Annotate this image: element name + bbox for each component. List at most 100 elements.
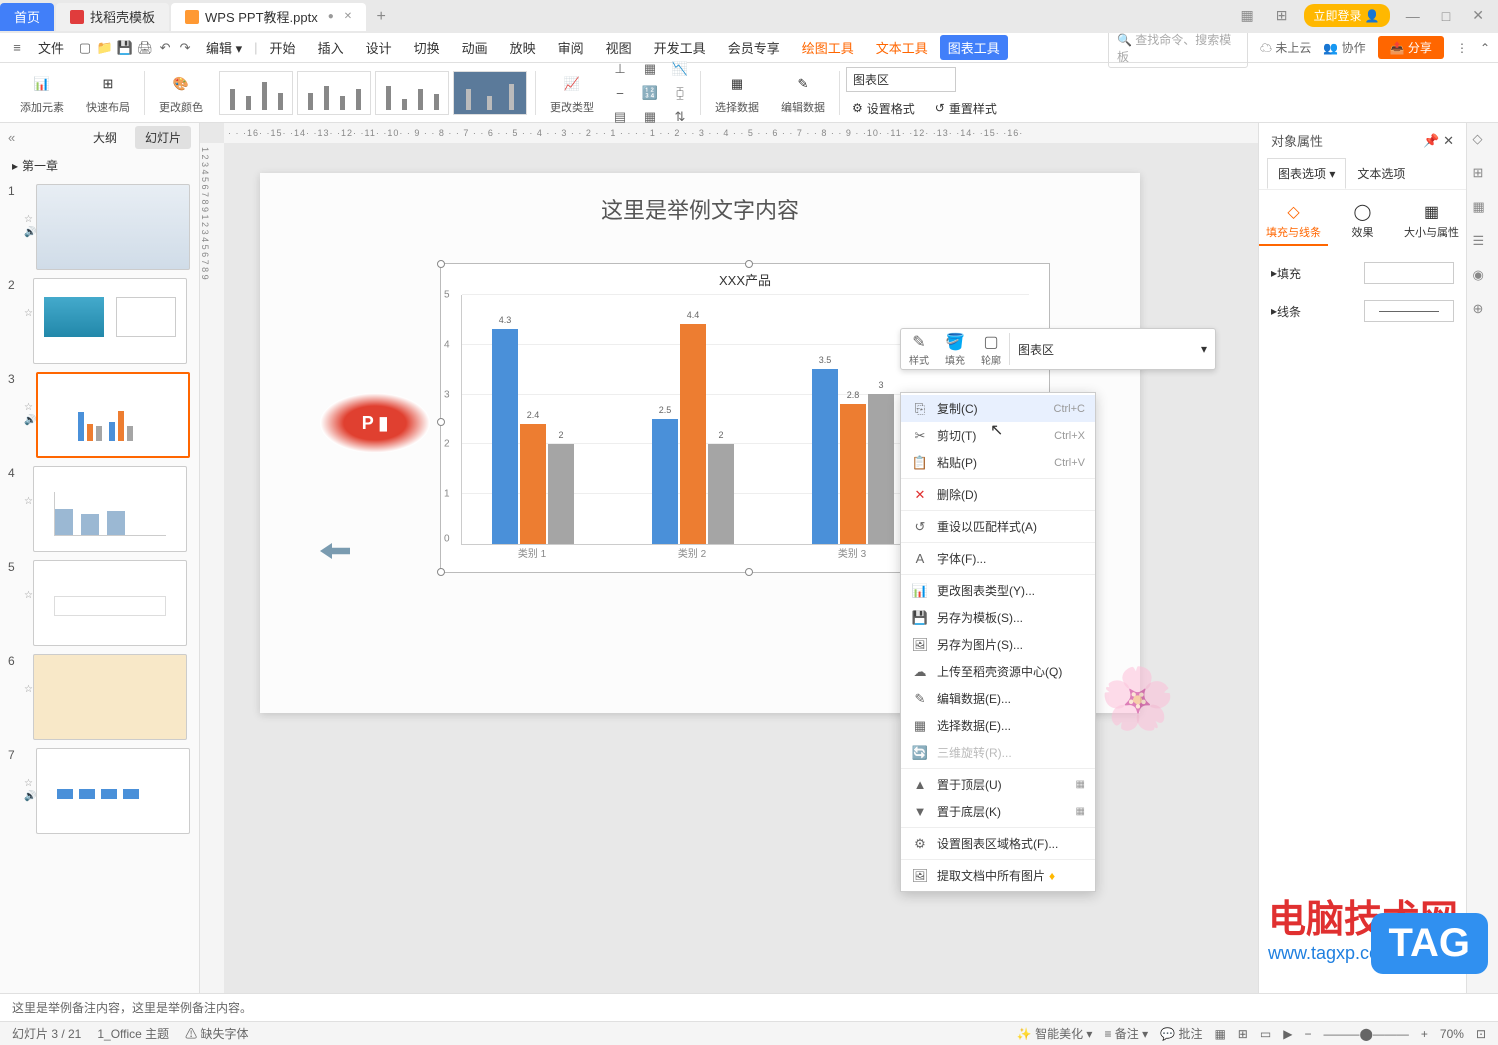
login-button[interactable]: 立即登录 👤 — [1304, 4, 1390, 27]
arrow-shape[interactable] — [320, 543, 350, 559]
menu-drawing-tools[interactable]: 绘图工具 — [792, 34, 864, 61]
menu-chart-tools[interactable]: 图表工具 — [940, 35, 1008, 60]
tab-chart-options[interactable]: 图表选项 ▾ — [1267, 158, 1346, 189]
error-bar-icon[interactable]: ⧮ — [668, 83, 692, 103]
bar[interactable]: 2.4 — [520, 424, 546, 544]
side-icon-4[interactable]: ☰ — [1473, 233, 1493, 253]
chart-style-4[interactable] — [453, 71, 527, 115]
ctx-reset-match[interactable]: ↺重设以匹配样式(A) — [901, 513, 1095, 540]
new-icon[interactable]: ▢ — [76, 39, 94, 57]
add-tab-button[interactable]: + — [368, 4, 394, 30]
maximize-button[interactable]: □ — [1436, 8, 1456, 24]
ctx-paste[interactable]: 📋粘贴(P)Ctrl+V — [901, 449, 1095, 476]
grid-icon[interactable]: ▦ — [1235, 7, 1260, 24]
set-format-button[interactable]: ⚙ 设置格式 — [846, 98, 921, 119]
undo-icon[interactable]: ↶ — [156, 39, 174, 57]
minimize-button[interactable]: — — [1400, 8, 1426, 24]
chart-style-1[interactable] — [219, 71, 293, 115]
menu-review[interactable]: 审阅 — [548, 34, 594, 61]
ribbon-quick-layout[interactable]: ⊞ 快速布局 — [78, 63, 138, 122]
subtab-effects[interactable]: ◯效果 — [1328, 198, 1397, 246]
ctx-change-type[interactable]: 📊更改图表类型(Y)... — [901, 577, 1095, 604]
data-label-icon[interactable]: 🔢 — [638, 83, 662, 103]
gridlines-icon[interactable]: ▦ — [638, 59, 662, 79]
ctx-edit-data[interactable]: ✎编辑数据(E)... — [901, 685, 1095, 712]
print-icon[interactable]: 🖨 — [136, 39, 154, 57]
chart-style-3[interactable] — [375, 71, 449, 115]
bar[interactable]: 3 — [868, 394, 894, 544]
save-icon[interactable]: 💾 — [116, 39, 134, 57]
subtab-size[interactable]: ▦大小与属性 — [1397, 198, 1466, 246]
menu-animation[interactable]: 动画 — [452, 34, 498, 61]
ribbon-change-color[interactable]: 🎨 更改颜色 — [151, 63, 211, 122]
menu-member[interactable]: 会员专享 — [718, 34, 790, 61]
menu-transition[interactable]: 切换 — [404, 34, 450, 61]
slide-thumb-7[interactable] — [36, 748, 190, 834]
slides-view-button[interactable]: 幻灯片 — [135, 126, 191, 149]
slide-thumb-3[interactable] — [36, 372, 190, 458]
ctx-extract-images[interactable]: 🖼提取文档中所有图片 ♦ — [901, 862, 1095, 889]
trendline-icon[interactable]: 📉 — [668, 59, 692, 79]
line-section[interactable]: ▸ 线条 — [1259, 292, 1466, 330]
coop-button[interactable]: 👥 协作 — [1323, 39, 1365, 56]
chart-title[interactable]: XXX产品 — [441, 264, 1049, 295]
more-icon[interactable]: ⋮ — [1456, 41, 1468, 55]
menu-insert[interactable]: 插入 — [308, 34, 354, 61]
mini-style[interactable]: ✎样式 — [901, 332, 937, 367]
outline-view-button[interactable]: 大纲 — [83, 126, 127, 149]
tab-template[interactable]: 找稻壳模板 — [56, 3, 169, 31]
ctx-select-data[interactable]: ▦选择数据(E)... — [901, 712, 1095, 739]
side-icon-6[interactable]: ⊕ — [1473, 301, 1493, 321]
menu-devtools[interactable]: 开发工具 — [644, 34, 716, 61]
menu-start[interactable]: 开始 — [260, 34, 306, 61]
ctx-copy[interactable]: ⎘复制(C)Ctrl+C — [901, 395, 1095, 422]
menu-design[interactable]: 设计 — [356, 34, 402, 61]
apps-icon[interactable]: ⊞ — [1270, 7, 1294, 24]
mini-fill[interactable]: 🪣填充 — [937, 332, 973, 367]
cloud-status[interactable]: ☁ 未上云 — [1260, 39, 1311, 56]
chart-area-select[interactable]: 图表区 — [846, 67, 956, 92]
slide-title[interactable]: 这里是举例文字内容 — [260, 173, 1140, 245]
ctx-bring-front[interactable]: ▲置于顶层(U)▦ — [901, 771, 1095, 798]
share-button[interactable]: 📤 分享 — [1378, 36, 1444, 59]
collapse-panel-icon[interactable]: « — [8, 130, 15, 145]
bar[interactable]: 2 — [708, 444, 734, 544]
ctx-delete[interactable]: ✕删除(D) — [901, 481, 1095, 508]
fill-dropdown[interactable] — [1364, 262, 1454, 284]
ctx-font[interactable]: A字体(F)... — [901, 545, 1095, 572]
side-icon-1[interactable]: ◇ — [1473, 131, 1493, 151]
chapter-header[interactable]: ▸ 第一章 — [0, 151, 199, 180]
slide-thumb-2[interactable] — [33, 278, 187, 364]
pin-icon[interactable]: 📌 — [1423, 133, 1439, 148]
slide-thumb-1[interactable] — [36, 184, 190, 270]
bar[interactable]: 2.5 — [652, 419, 678, 544]
menu-view[interactable]: 视图 — [596, 34, 642, 61]
ctx-upload-dao[interactable]: ☁上传至稻壳资源中心(Q) — [901, 658, 1095, 685]
redo-icon[interactable]: ↷ — [176, 39, 194, 57]
fill-section[interactable]: ▸ 填充 — [1259, 254, 1466, 292]
mini-element-select[interactable]: 图表区▾ — [1009, 333, 1215, 365]
bar[interactable]: 3.5 — [812, 369, 838, 544]
bar[interactable]: 2.8 — [840, 404, 866, 544]
side-icon-3[interactable]: ▦ — [1473, 199, 1493, 219]
bar[interactable]: 4.4 — [680, 324, 706, 544]
search-input[interactable]: 🔍 查找命令、搜索模板 — [1108, 28, 1248, 68]
menu-edit[interactable]: 编辑 ▾ — [196, 34, 252, 61]
mini-outline[interactable]: ▢轮廓 — [973, 332, 1009, 367]
subtab-fill-line[interactable]: ◇填充与线条 — [1259, 198, 1328, 246]
slide-thumb-6[interactable] — [33, 654, 187, 740]
menu-icon[interactable]: ≡ — [8, 39, 26, 57]
chart-style-2[interactable] — [297, 71, 371, 115]
tab-text-options[interactable]: 文本选项 — [1346, 158, 1416, 189]
axis-icon[interactable]: ⊥ — [608, 59, 632, 79]
slide-thumb-5[interactable] — [33, 560, 187, 646]
close-window-button[interactable]: ✕ — [1466, 7, 1490, 24]
notes-area[interactable]: 这里是举例备注内容，这里是举例备注内容。 — [0, 993, 1498, 1021]
side-icon-5[interactable]: ◉ — [1473, 267, 1493, 287]
tab-document[interactable]: WPS PPT教程.pptx ● ✕ — [171, 3, 366, 31]
axis-title-icon[interactable]: ⎯ — [608, 83, 632, 103]
ribbon-select-data[interactable]: ▦ 选择数据 — [707, 63, 767, 122]
menu-text-tools[interactable]: 文本工具 — [866, 34, 938, 61]
bar[interactable]: 4.3 — [492, 329, 518, 544]
ribbon-change-type[interactable]: 📈 更改类型 — [542, 63, 602, 122]
